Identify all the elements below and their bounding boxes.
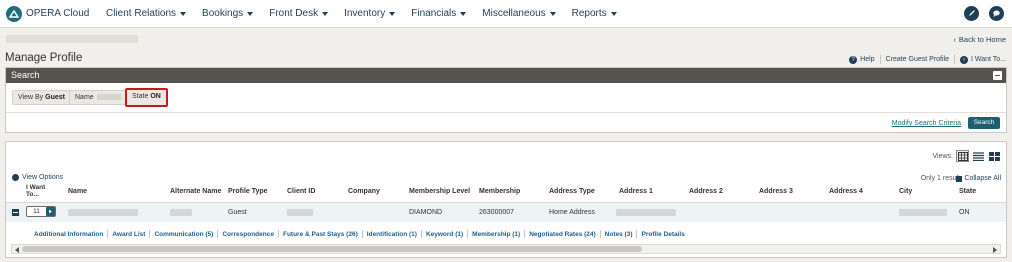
view-switcher: Views: [933,150,1002,162]
column-header-i-want-to: I Want To... [26,184,46,198]
column-header-profile-type[interactable]: Profile Type [228,188,268,195]
page-title: Manage Profile [5,52,83,64]
profile-links: Additional Information Award List Commun… [34,230,685,238]
scroll-right-icon[interactable] [993,247,997,253]
top-navigation-bar: OPERA Cloud Client Relations Bookings Fr… [0,0,1012,28]
chevron-down-icon [610,11,617,16]
link-award-list[interactable]: Award List [112,231,145,238]
column-header-membership-level[interactable]: Membership Level [409,188,470,195]
table-view-icon[interactable] [956,150,969,162]
collapse-icon [956,175,963,182]
create-guest-profile-link[interactable]: Create Guest Profile [886,56,949,63]
app-title: OPERA Cloud [26,8,90,19]
column-header-alternate-name[interactable]: Alternate Name [170,188,221,195]
i-want-to-link[interactable]: I Want To... [971,56,1006,63]
chevron-down-icon [549,11,556,16]
name-chip[interactable]: Name [69,90,127,105]
address-1-cell-redacted [616,209,676,216]
link-identification[interactable]: Identification (1) [367,231,417,238]
link-keyword[interactable]: Keyword (1) [426,231,463,238]
name-cell-redacted[interactable] [68,209,138,216]
gear-icon [12,174,19,181]
chevron-left-icon: ‹ [953,35,956,44]
menu-inventory[interactable]: Inventory [344,8,396,19]
column-header-address-1[interactable]: Address 1 [619,188,653,195]
chevron-down-icon [460,11,467,16]
column-header-name[interactable]: Name [68,188,87,195]
collapse-icon[interactable] [993,71,1002,80]
city-cell-redacted [899,209,947,216]
menu-reports[interactable]: Reports [572,8,617,19]
modify-search-criteria-link[interactable]: Modify Search Criteria [892,120,961,127]
arrow-right-circle-icon: › [959,55,968,64]
menu-financials[interactable]: Financials [411,8,467,19]
column-header-address-type[interactable]: Address Type [549,188,595,195]
opera-logo-icon [6,5,22,22]
search-panel-header: Search [6,68,1006,83]
link-additional-information[interactable]: Additional Information [34,231,103,238]
rocket-icon[interactable] [964,6,979,21]
view-options-link[interactable]: View Options [12,174,63,181]
result-count: Only 1 result [920,175,960,182]
column-header-company[interactable]: Company [348,188,380,195]
help-icon: ? [849,55,858,64]
link-correspondence[interactable]: Correspondence [222,231,274,238]
main-menu: Client Relations Bookings Front Desk Inv… [90,8,617,19]
menu-bookings[interactable]: Bookings [202,8,254,19]
column-header-state[interactable]: State [959,188,976,195]
scrollbar-thumb[interactable] [22,246,642,252]
chevron-down-icon [180,11,187,16]
arrow-right-icon [46,207,55,216]
state-cell: ON [959,209,970,216]
horizontal-scrollbar[interactable] [11,244,1001,254]
membership-cell: 263000007 [479,209,515,216]
menu-client-relations[interactable]: Client Relations [106,8,187,19]
page-actions: ? Help Create Guest Profile › I Want To.… [849,55,1006,64]
alternate-name-cell-redacted [170,209,192,216]
back-to-home-link[interactable]: ‹ Back to Home [953,35,1006,44]
collapse-all-link[interactable]: Collapse All [956,175,1001,182]
tile-view-icon[interactable] [988,150,1001,162]
menu-front-desk[interactable]: Front Desk [269,8,329,19]
column-header-city[interactable]: City [899,188,912,195]
search-button[interactable]: Search [968,117,1000,129]
chevron-down-icon [322,11,329,16]
link-future-past-stays[interactable]: Future & Past Stays (26) [283,231,358,238]
column-header-client-id[interactable]: Client ID [287,188,315,195]
column-header-membership[interactable]: Membership [479,188,520,195]
search-panel: Search View By Guest Name State ON Modif… [5,67,1007,133]
chevron-down-icon [389,11,396,16]
scroll-left-icon[interactable] [15,247,19,253]
link-membership[interactable]: Membership (1) [472,231,520,238]
results-panel: Views: View Options Only 1 result Collap… [5,141,1007,258]
collapse-row-icon[interactable] [12,209,19,216]
column-header-address-3[interactable]: Address 3 [759,188,793,195]
list-view-icon[interactable] [972,150,985,162]
name-value-redacted [96,94,121,101]
membership-level-cell: DIAMOND [409,209,443,216]
link-communication[interactable]: Communication (5) [154,231,213,238]
chat-icon[interactable] [989,6,1004,21]
state-chip[interactable]: State ON [125,88,168,107]
breadcrumb [6,35,138,43]
client-id-cell-redacted [287,209,313,216]
chevron-down-icon [247,11,254,16]
column-header-address-2[interactable]: Address 2 [689,188,723,195]
link-notes[interactable]: Notes (3) [605,231,633,238]
app-logo[interactable]: OPERA Cloud [6,5,90,22]
profile-type-cell: Guest [228,209,247,216]
i-want-to-button[interactable]: 11 [26,206,56,217]
view-by-chip[interactable]: View By Guest [12,90,71,105]
menu-miscellaneous[interactable]: Miscellaneous [482,8,556,19]
column-header-address-4[interactable]: Address 4 [829,188,863,195]
help-link[interactable]: Help [860,56,874,63]
link-profile-details[interactable]: Profile Details [641,231,684,238]
address-type-cell: Home Address [549,209,595,216]
link-negotiated-rates[interactable]: Negotiated Rates (24) [529,231,595,238]
